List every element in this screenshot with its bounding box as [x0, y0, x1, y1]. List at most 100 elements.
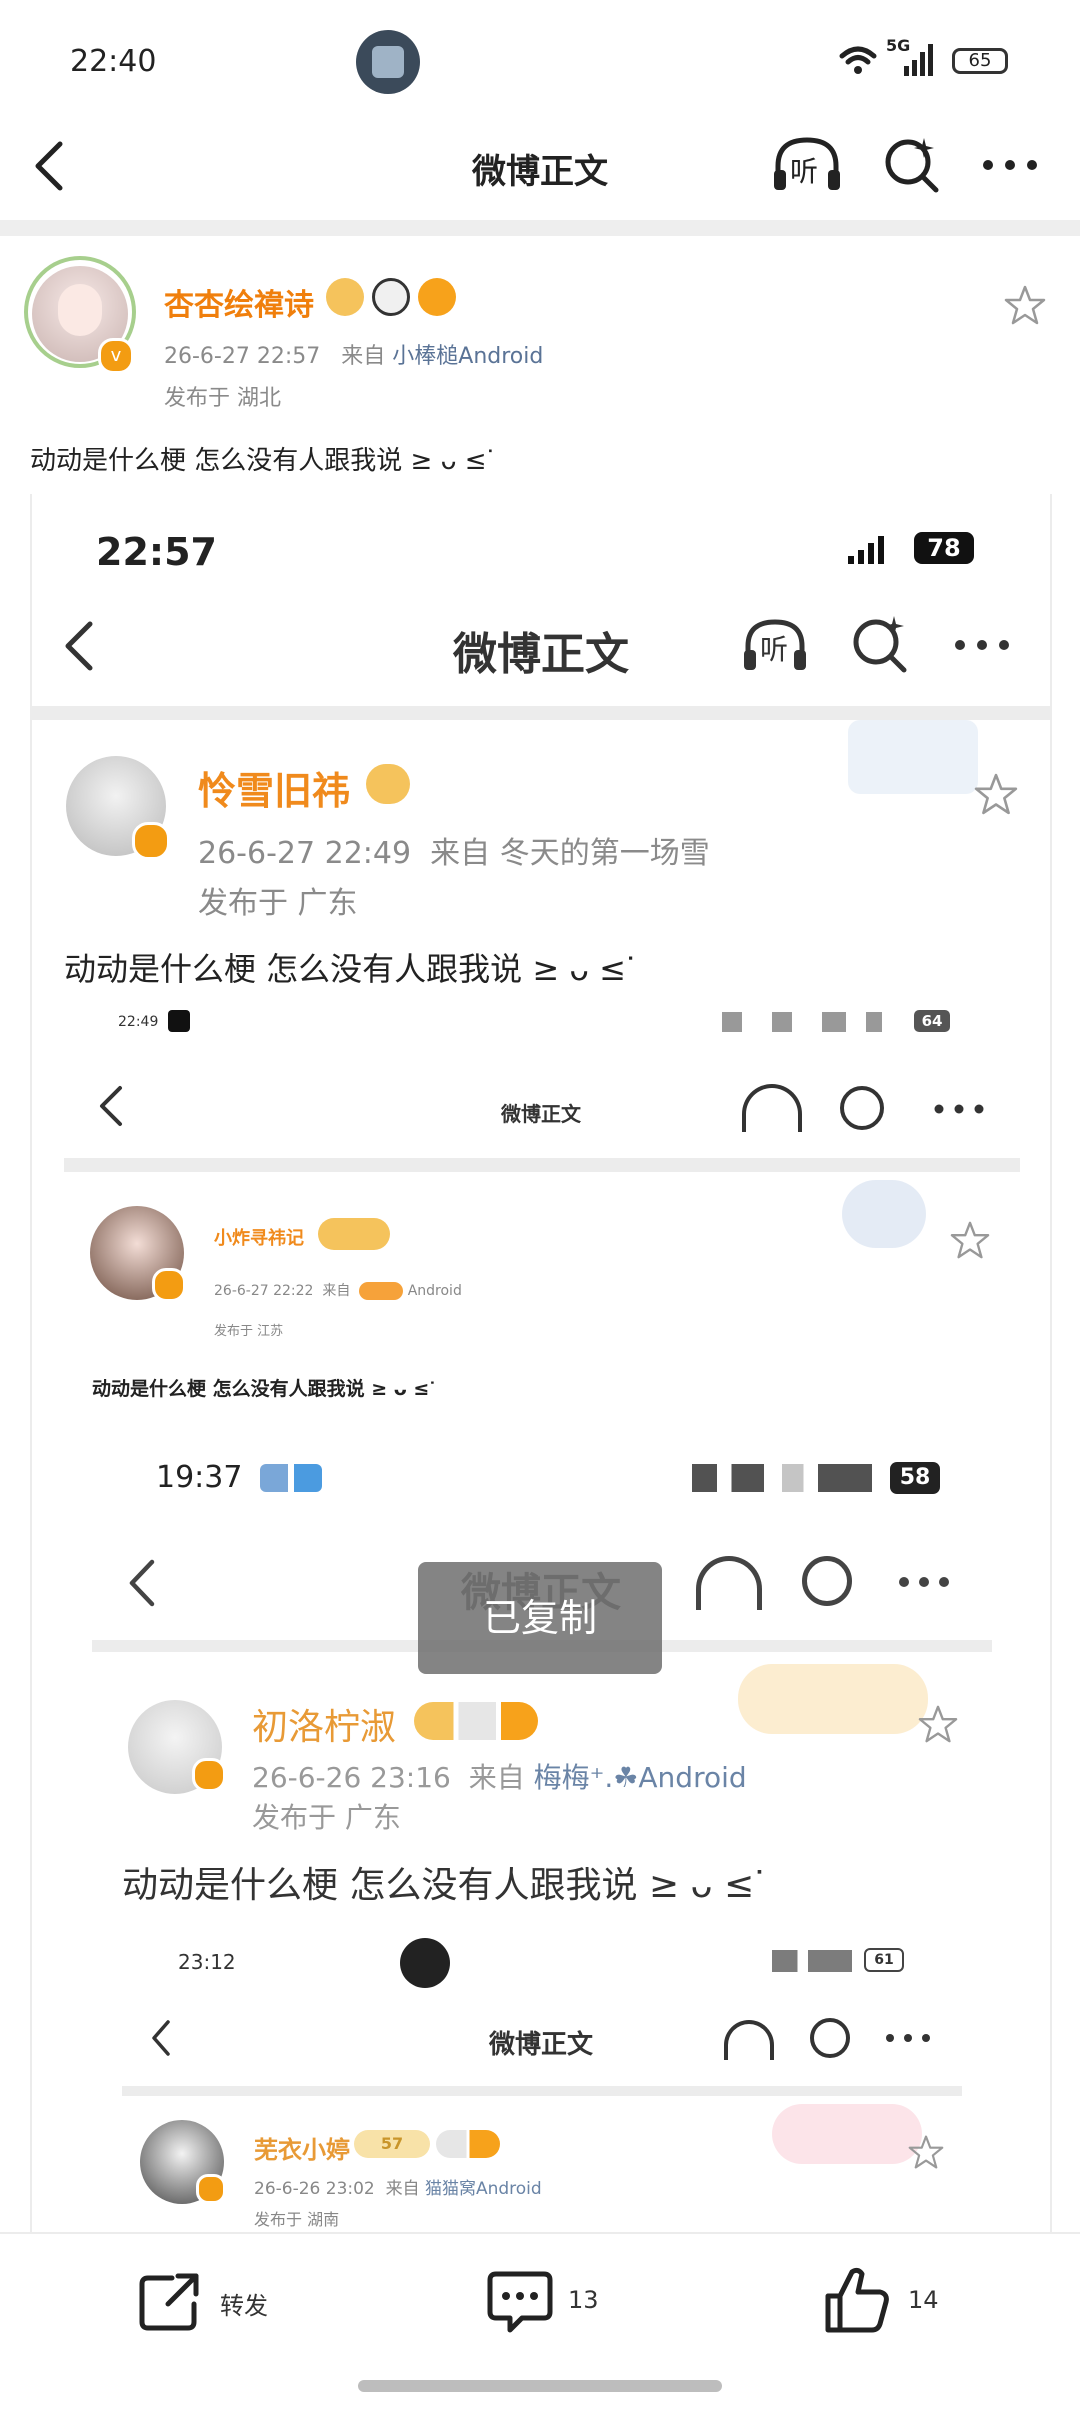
embed2-emoji-icons	[359, 1282, 404, 1300]
embed1-meta: 26-6-27 22:49 来自 冬天的第一场雪	[198, 828, 710, 872]
embed4-floating-icon	[400, 1938, 450, 1988]
embed3-verified-icon	[192, 1758, 226, 1792]
post-meta: 26-6-27 22:57 来自 小棒槌Android	[164, 338, 543, 370]
embed4-status-icons	[772, 1950, 852, 1972]
embed2-title: 微博正文	[501, 1102, 581, 1126]
embed1-battery: 78	[914, 532, 974, 564]
embed4-badge-icons	[436, 2130, 500, 2158]
embed2-search-icon	[840, 1086, 884, 1130]
embed3-location: 发布于 广东	[252, 1801, 401, 1834]
embed4-sticker-decoration	[772, 2104, 922, 2164]
embed2-badge-icons	[318, 1218, 390, 1250]
embed3-source: 梅梅⁺.☘Android	[533, 1761, 747, 1794]
embed2-date: 26-6-27 22:22	[214, 1283, 314, 1299]
embedded-screenshot[interactable]: 22:57 78 微博正文 听 怜雪旧祎 26-6-27 22:49 来自 冬天…	[30, 494, 1052, 2232]
comment-button[interactable]: 13	[486, 2268, 626, 2336]
embed2-verified-icon	[152, 1268, 186, 1302]
embed2-from-label: 来自	[322, 1283, 351, 1299]
favorite-star-icon[interactable]	[1004, 284, 1046, 326]
embed4-battery: 61	[864, 1948, 904, 1972]
embed4-meta: 26-6-26 23:02 来自 猫猫窝Android	[254, 2174, 542, 2199]
embed1-crown-icon	[366, 764, 410, 804]
network-type: 5G	[886, 36, 911, 55]
embed3-badge-icons	[414, 1702, 538, 1740]
repost-label: 转发	[220, 2292, 268, 2320]
embed2-divider	[64, 1158, 1020, 1172]
embed2-status-icons	[722, 1012, 922, 1032]
like-count: 14	[908, 2286, 939, 2314]
verified-icon: v	[98, 338, 134, 374]
embed3-status-icons	[692, 1464, 872, 1492]
embed2-sticker-decoration	[842, 1180, 926, 1248]
like-button[interactable]: 14	[824, 2264, 964, 2336]
post-text: 动动是什么梗 怎么没有人跟我说 ≥ ᴗ ≤ᐝ	[30, 446, 494, 476]
embed4-more-icon	[884, 2032, 932, 2044]
home-indicator[interactable]	[358, 2380, 722, 2392]
embed1-time: 22:57	[96, 530, 217, 574]
embed3-from-label: 来自	[468, 1761, 525, 1794]
more-button[interactable]	[980, 150, 1040, 180]
avatar-face	[58, 284, 102, 336]
embed2-more-icon	[932, 1102, 986, 1116]
embed2-listen-icon	[742, 1084, 802, 1132]
embed2-author: 小炸寻祎记	[214, 1228, 304, 1249]
embed3-battery: 58	[890, 1462, 940, 1494]
signal-icon: 5G	[886, 36, 938, 78]
embed3-star-icon	[918, 1704, 958, 1744]
embed3-author: 初洛柠淑	[252, 1707, 397, 1748]
post-date: 26-6-27 22:57	[164, 344, 321, 369]
embed1-location: 发布于 广东	[198, 886, 358, 921]
post-source[interactable]: 小棒槌Android	[392, 344, 543, 369]
status-time: 22:40	[70, 44, 157, 79]
embed3-sticker-decoration	[738, 1664, 928, 1734]
embed2-text: 动动是什么梗 怎么没有人跟我说 ≥ ᴗ ≤ᐝ	[92, 1378, 436, 1400]
repost-icon	[138, 2270, 204, 2334]
embed2-location: 发布于 江苏	[214, 1324, 284, 1339]
comment-count: 13	[568, 2286, 599, 2314]
embed1-listen-label: 听	[760, 633, 789, 666]
embed1-divider	[32, 706, 1050, 720]
embed1-source: 冬天的第一场雪	[499, 836, 710, 871]
repost-button[interactable]: 转发	[138, 2270, 298, 2334]
embed3-time: 19:37	[156, 1460, 243, 1495]
embed1-search-icon	[850, 614, 910, 674]
floating-app-icon	[356, 30, 420, 94]
embed3-date: 26-6-26 23:16	[252, 1761, 451, 1794]
embed1-text: 动动是什么梗 怎么没有人跟我说 ≥ ᴗ ≤ᐝ	[64, 950, 635, 988]
embed4-source: 猫猫窝Android	[424, 2179, 542, 2199]
header-divider	[0, 220, 1080, 236]
embed2-time: 22:49	[118, 1014, 159, 1030]
embed4-search-icon	[810, 2018, 850, 2058]
embed3-app-icons	[260, 1464, 322, 1492]
embed3-text: 动动是什么梗 怎么没有人跟我说 ≥ ᴗ ≤ᐝ	[122, 1865, 764, 1906]
toast-message: 已复制	[418, 1562, 662, 1674]
like-icon	[824, 2264, 892, 2336]
embed3-search-icon	[802, 1556, 852, 1606]
embed4-author: 芜衣小婷	[254, 2136, 350, 2164]
embed2-app-icon	[168, 1010, 190, 1032]
embed4-date: 26-6-26 23:02	[254, 2179, 375, 2199]
embed4-location: 发布于 湖南	[254, 2210, 340, 2229]
fish-badge-icon	[418, 278, 456, 316]
embed4-verified-icon	[196, 2174, 226, 2204]
embed3-meta: 26-6-26 23:16 来自 梅梅⁺.☘Android	[252, 1756, 747, 1796]
crown-badge-icon	[326, 278, 364, 316]
embed1-sticker-decoration	[848, 720, 978, 794]
embed1-author: 怜雪旧祎	[198, 769, 351, 813]
embed1-star-icon	[974, 772, 1018, 816]
embed4-level-badge: 57	[354, 2130, 430, 2158]
embed1-listen-icon: 听	[740, 616, 810, 676]
listen-button[interactable]: 听	[770, 134, 844, 196]
embed1-signal-icon	[844, 534, 896, 566]
embed4-time: 23:12	[178, 1950, 236, 1974]
comment-icon	[486, 2268, 554, 2336]
post-location: 发布于 湖北	[164, 386, 281, 411]
search-icon[interactable]	[880, 134, 942, 196]
embed1-from-label: 来自	[430, 836, 491, 871]
embed4-from-label: 来自	[385, 2179, 420, 2199]
embed1-verified-icon	[132, 822, 170, 860]
author-name[interactable]: 杏杏绘禕诗	[164, 280, 314, 324]
embed1-more-icon	[952, 630, 1012, 660]
embed2-star-icon	[950, 1220, 990, 1260]
wifi-icon	[838, 44, 878, 76]
